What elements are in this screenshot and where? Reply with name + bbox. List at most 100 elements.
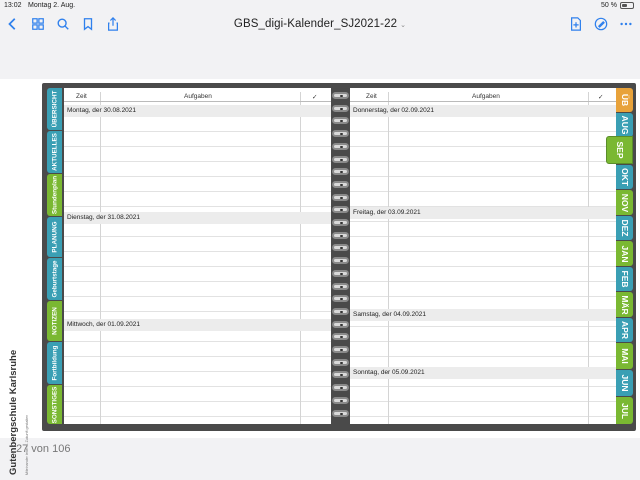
tab-month-aug[interactable]: AUG: [616, 113, 633, 137]
binder-ring: [332, 117, 349, 125]
tab-label: MÄR: [619, 294, 630, 315]
day-header[interactable]: Freitag, der 03.09.2021: [350, 207, 616, 219]
tab-label: SONSTIGES: [51, 386, 58, 423]
tab-label: ÜBERSICHT: [51, 90, 58, 128]
ruled-lines: [64, 102, 331, 424]
tab-label: JUL: [619, 402, 630, 419]
tasks-column-header: Aufgaben: [472, 93, 500, 100]
tab-label: OKT: [619, 168, 630, 186]
check-column-header: ✓: [312, 94, 318, 101]
tab-label: AUG: [619, 115, 630, 135]
binder-ring: [332, 206, 349, 214]
day-header[interactable]: Mittwoch, der 01.09.2021: [64, 319, 331, 331]
tab-month-nov[interactable]: NOV: [616, 190, 633, 215]
binder-ring: [332, 180, 349, 188]
section-tabs: ÜBERSICHT AKTUELLES Stundenplan PLANUNG …: [47, 88, 62, 424]
tab-sonstiges[interactable]: SONSTIGES: [47, 385, 62, 424]
tab-label: SEP: [614, 141, 625, 159]
page-counter: 27 von 106: [16, 443, 71, 455]
status-date: Montag 2. Aug.: [28, 2, 76, 9]
chevron-down-icon: ⌄: [400, 22, 407, 29]
tab-month-feb[interactable]: FEB: [616, 267, 633, 291]
binder-ring: [332, 231, 349, 239]
tab-stundenplan[interactable]: Stundenplan: [47, 174, 62, 216]
tab-month-maer[interactable]: MÄR: [616, 292, 633, 317]
day-header[interactable]: Sonntag, der 05.09.2021: [350, 367, 616, 379]
tab-month-jun[interactable]: JUN: [616, 370, 633, 396]
tab-notizen[interactable]: NOTIZEN: [47, 301, 62, 341]
binder-ring: [332, 244, 349, 252]
tab-month-sep[interactable]: SEP: [606, 136, 633, 164]
tab-month-okt[interactable]: OKT: [616, 165, 633, 189]
tab-label: AKTUELLES: [51, 133, 58, 171]
binder-ring: [332, 193, 349, 201]
column-divider: [100, 92, 101, 424]
tab-label: Geburtstage: [51, 260, 58, 298]
tab-month-ueb[interactable]: ÜB: [616, 88, 633, 112]
binder-ring: [332, 92, 349, 99]
binder-ring: [332, 396, 349, 404]
day-header[interactable]: Dienstag, der 31.08.2021: [64, 212, 331, 224]
tab-month-dez[interactable]: DEZ: [616, 216, 633, 240]
binder-ring: [332, 409, 349, 417]
document-title-text: GBS_digi-Kalender_SJ2021-22: [233, 18, 398, 30]
month-tabs: ÜB AUG SEP OKT NOV DEZ JAN FEB MÄR APR M…: [606, 88, 633, 424]
tab-uebersicht[interactable]: ÜBERSICHT: [47, 88, 62, 130]
binder-ring: [332, 257, 349, 265]
school-name: Gutenbergschule Karlsruhe: [8, 349, 19, 475]
status-bar: 13:02 Montag 2. Aug. 50 %: [0, 0, 640, 12]
more-icon[interactable]: [618, 16, 634, 32]
binder-ring: [332, 295, 349, 303]
new-page-icon[interactable]: [568, 16, 584, 32]
battery-fill: [622, 4, 627, 7]
time-column-header: Zeit: [366, 93, 377, 100]
binder-ring: [332, 371, 349, 379]
binder-ring: [332, 333, 349, 341]
battery-indicator: 50 %: [601, 2, 634, 9]
spiral-binding: [331, 88, 350, 424]
binder-ring: [332, 346, 349, 353]
school-branding: Gutenbergschule Karlsruhe Miteinander le…: [4, 349, 34, 480]
day-header[interactable]: Donnerstag, der 02.09.2021: [350, 105, 616, 117]
tab-label: FEB: [619, 270, 630, 288]
right-planner-sheet: Zeit Aufgaben ✓ Donnerstag, der 02.09.20…: [350, 88, 616, 424]
tab-geburtstage[interactable]: Geburtstage: [47, 258, 62, 300]
day-header[interactable]: Samstag, der 04.09.2021: [350, 309, 616, 321]
tab-label: MAI: [619, 348, 630, 364]
binder-ring: [332, 130, 349, 138]
tab-month-jan[interactable]: JAN: [616, 241, 633, 266]
binder-ring: [332, 358, 349, 366]
markup-icon[interactable]: [593, 16, 609, 32]
battery-text: 50 %: [601, 2, 617, 9]
tab-label: DEZ: [619, 219, 630, 237]
tab-label: NOV: [619, 193, 630, 212]
binder-ring: [332, 282, 349, 290]
tab-month-jul[interactable]: JUL: [616, 397, 633, 424]
tab-label: JUN: [619, 374, 630, 392]
binder-ring: [332, 155, 349, 163]
toolbar: GBS_digi-Kalender_SJ2021-22 ⌄: [0, 12, 640, 36]
binder-ring: [332, 269, 349, 277]
tasks-column-header: Aufgaben: [184, 93, 212, 100]
tab-label: ÜB: [619, 93, 630, 107]
status-time: 13:02: [4, 2, 22, 9]
battery-icon: [620, 2, 634, 9]
day-header[interactable]: Montag, der 30.08.2021: [64, 105, 331, 117]
column-divider: [300, 92, 301, 424]
tab-month-apr[interactable]: APR: [616, 318, 633, 342]
time-column-header: Zeit: [76, 93, 87, 100]
tab-planung[interactable]: PLANUNG: [47, 217, 62, 257]
check-column-header: ✓: [598, 94, 604, 101]
document-title[interactable]: GBS_digi-Kalender_SJ2021-22 ⌄: [0, 18, 640, 30]
tab-month-mai[interactable]: MAI: [616, 343, 633, 369]
tab-aktuelles[interactable]: AKTUELLES: [47, 131, 62, 173]
tab-label: Fortbildung: [51, 345, 58, 381]
tab-label: PLANUNG: [51, 221, 58, 253]
binder-ring: [332, 320, 349, 328]
binder-ring: [332, 307, 349, 315]
binder-ring: [332, 168, 349, 176]
tab-label: Stundenplan: [51, 175, 58, 215]
left-planner-sheet: Zeit Aufgaben ✓ Montag, der 30.08.2021 D…: [64, 88, 331, 424]
binder-ring: [332, 219, 349, 226]
tab-fortbildung[interactable]: Fortbildung: [47, 342, 62, 384]
